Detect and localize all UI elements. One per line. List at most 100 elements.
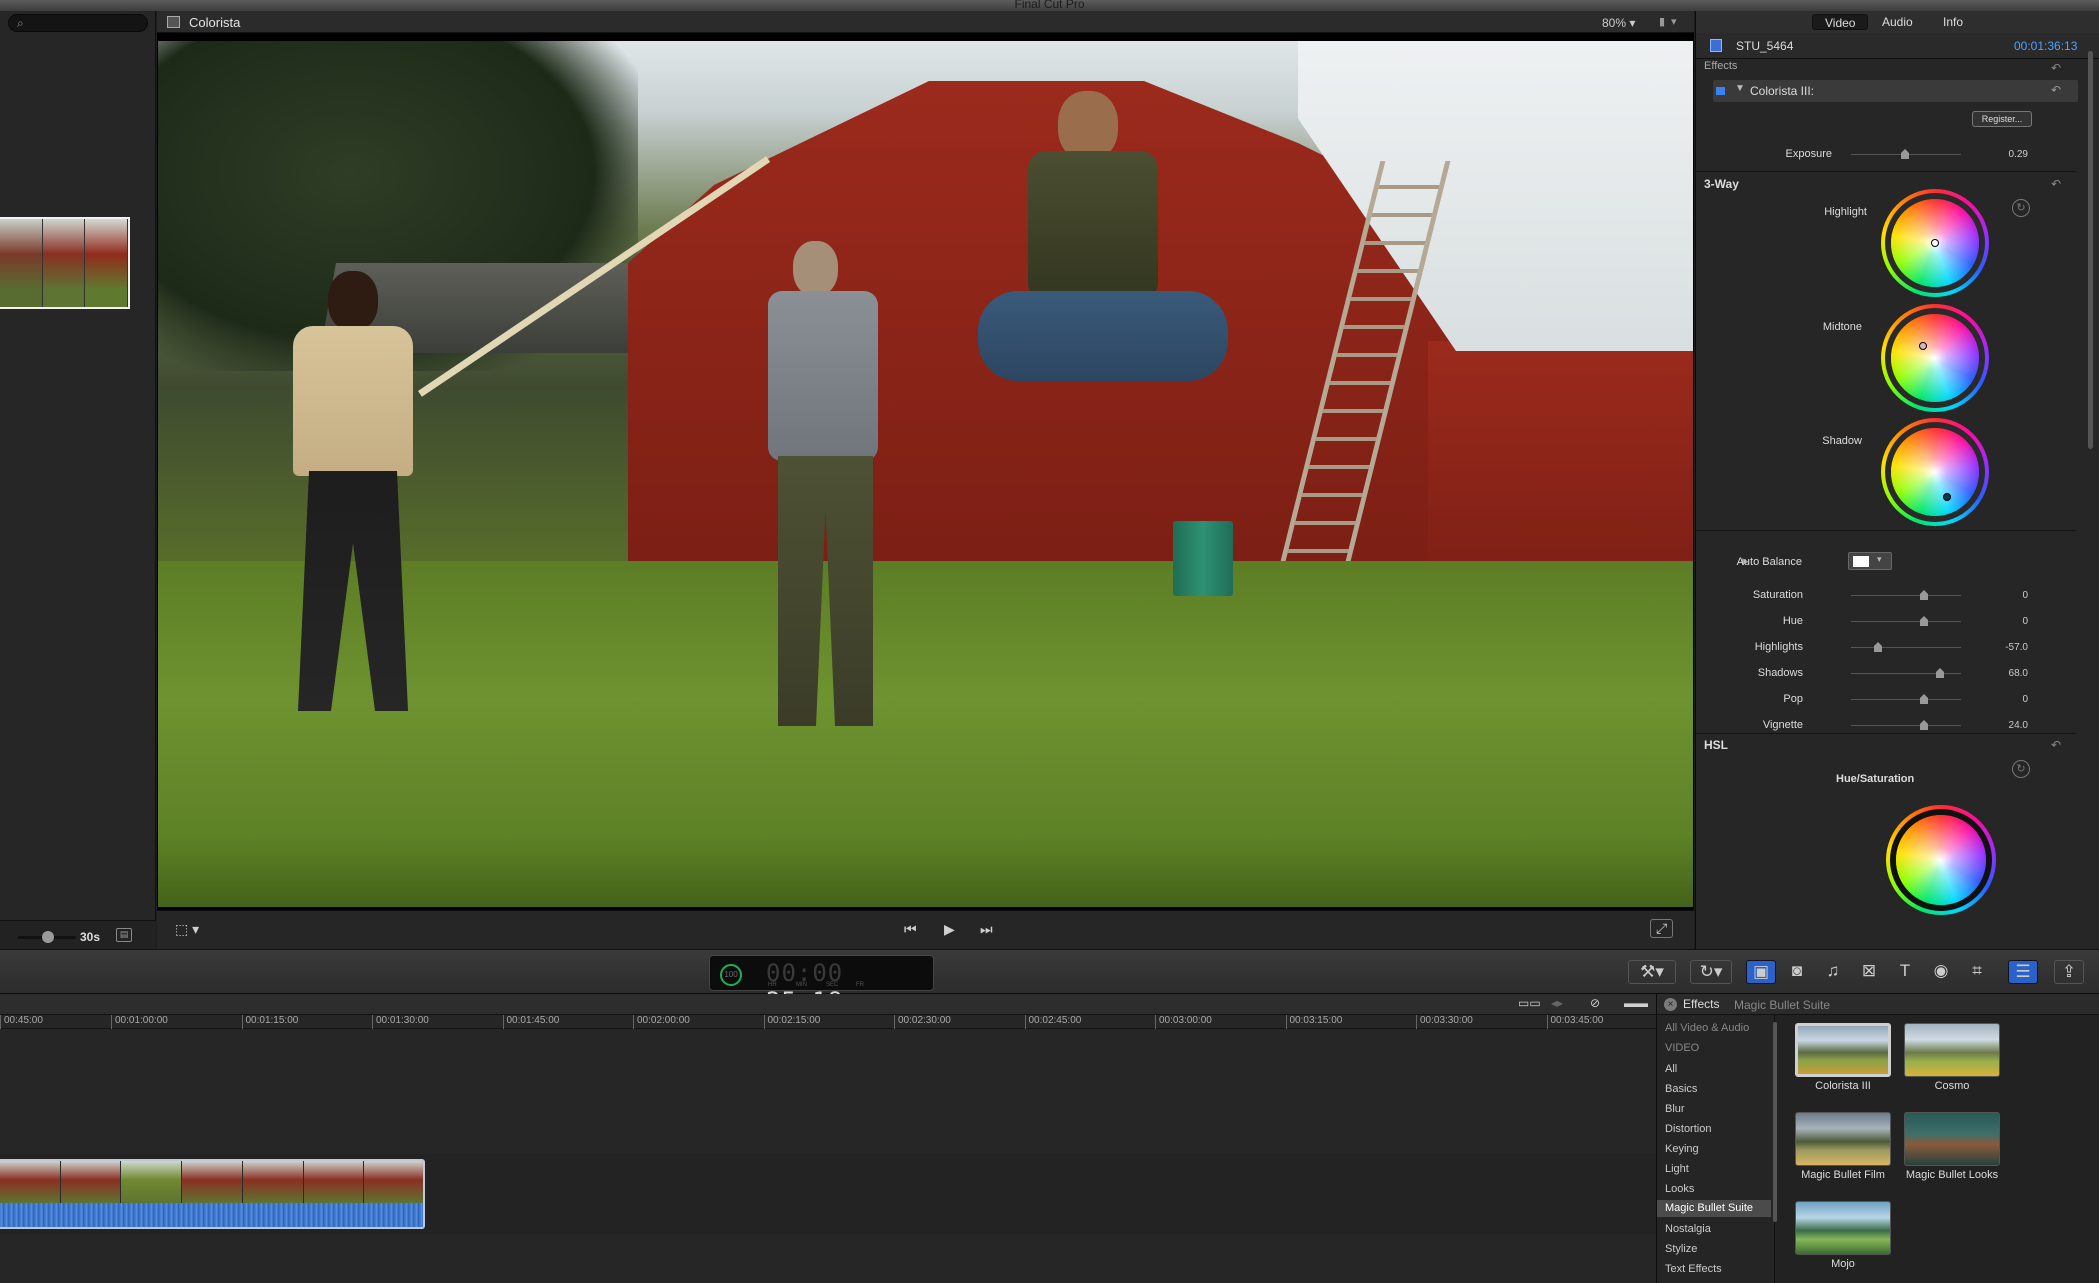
effects-category-item[interactable]: Blur — [1665, 1103, 1685, 1115]
transitions-browser-icon[interactable]: ⊠ — [1854, 960, 1884, 984]
effect-thumbnail[interactable] — [1795, 1023, 1891, 1077]
tab-info[interactable]: Info — [1931, 14, 1975, 30]
search-icon: ⌕ — [17, 16, 24, 30]
clip-appearance-icon[interactable]: ▤ — [116, 928, 132, 942]
slider-track-saturation[interactable] — [1851, 595, 1961, 596]
timecode-unit-min: MIN — [796, 982, 807, 988]
slider-knob-vignette[interactable] — [1920, 720, 1928, 730]
browser-clip-thumbnail[interactable] — [0, 217, 130, 309]
auto-balance-color-well[interactable]: ▾ — [1848, 552, 1892, 570]
slider-track-shadows[interactable] — [1851, 673, 1961, 674]
effects-category-item[interactable]: Stylize — [1665, 1243, 1697, 1255]
slider-knob-saturation[interactable] — [1920, 590, 1928, 600]
wheel-reset-icon[interactable]: ↻ — [2012, 199, 2030, 217]
effect-thumbnail[interactable] — [1904, 1112, 2000, 1166]
effects-category-item[interactable]: Text Effects — [1665, 1263, 1722, 1275]
effect-thumbnail-item[interactable]: Magic Bullet Film — [1794, 1112, 1892, 1181]
timeline-ruler[interactable]: 00:45:00 00:01:00:00 00:01:15:00 00:01:30:0… — [0, 1015, 1656, 1029]
slider-knob-hue[interactable] — [1920, 616, 1928, 626]
effect-thumbnail[interactable] — [1904, 1023, 2000, 1077]
slider-value-pop[interactable]: 0 — [1988, 694, 2028, 705]
timecode-display[interactable]: 100 00:00 25:18 HR MIN SEC FR — [709, 955, 934, 1015]
slider-knob-shadows[interactable] — [1936, 668, 1944, 678]
slider-value-hue[interactable]: 0 — [1988, 616, 2028, 627]
effect-thumbnail-item[interactable]: Magic Bullet Looks — [1903, 1112, 2001, 1181]
hue-saturation-wheel[interactable] — [1886, 805, 1996, 915]
register-button[interactable]: Register... — [1972, 111, 2032, 127]
enhancement-menu-icon[interactable]: ⚒▾ — [1628, 960, 1676, 984]
effects-category-item[interactable]: All — [1665, 1063, 1677, 1075]
effects-category-item[interactable]: All Video & Audio — [1665, 1022, 1749, 1034]
slider-track-hue[interactable] — [1851, 621, 1961, 622]
inspector-toggle-icon[interactable]: ☰ — [2008, 960, 2038, 984]
effect-thumbnail[interactable] — [1795, 1112, 1891, 1166]
slider-value-saturation[interactable]: 0 — [1988, 590, 2028, 601]
threeway-reset-icon[interactable]: ↶ — [2051, 177, 2061, 191]
themes-browser-icon[interactable]: ⌗ — [1962, 960, 1992, 984]
ruler-tick: 00:02:30:00 — [894, 1015, 951, 1029]
effect-enable-checkbox[interactable] — [1716, 87, 1725, 95]
effect-reset-icon[interactable]: ↶ — [2051, 83, 2061, 97]
effects-category-item[interactable]: Distortion — [1665, 1123, 1711, 1135]
next-frame-icon[interactable]: ⏭ — [980, 921, 993, 938]
effect-row[interactable]: ▼ Colorista III: ↶ — [1713, 80, 2078, 102]
generators-browser-icon[interactable]: ◉ — [1926, 960, 1956, 984]
slider-value-shadows[interactable]: 68.0 — [1988, 668, 2028, 679]
music-browser-icon[interactable]: ♫ — [1818, 960, 1848, 984]
slider-track-vignette[interactable] — [1851, 725, 1961, 726]
slider-track-pop[interactable] — [1851, 699, 1961, 700]
effects-category-item[interactable]: Basics — [1665, 1083, 1697, 1095]
clip-skimming-icon[interactable]: ▭▭ — [1518, 996, 1541, 1010]
hsl-wheel-reset-icon[interactable]: ↻ — [2012, 760, 2030, 778]
audio-skimming-icon[interactable]: ◂▸ — [1551, 996, 1563, 1010]
effect-thumbnail-item[interactable]: Cosmo — [1903, 1023, 2001, 1092]
viewer-zoom-menu[interactable]: 80% ▾ — [1602, 16, 1635, 30]
threeway-header: 3-Way — [1704, 177, 1739, 191]
slider-knob-pop[interactable] — [1920, 694, 1928, 704]
retime-menu-icon[interactable]: ↻▾ — [1690, 960, 1732, 984]
midtone-color-wheel[interactable] — [1881, 304, 1989, 412]
effects-category-item[interactable]: VIDEO — [1665, 1042, 1699, 1054]
timeline-clip[interactable] — [0, 1159, 425, 1229]
effects-category-item[interactable]: Looks — [1665, 1183, 1694, 1195]
slider-track-highlights[interactable] — [1851, 647, 1961, 648]
solo-icon[interactable]: ⊘ — [1590, 996, 1600, 1010]
slider-knob-highlights[interactable] — [1874, 642, 1882, 652]
clip-zoom-knob[interactable] — [42, 931, 54, 943]
effects-category-item[interactable]: Light — [1665, 1163, 1689, 1175]
effects-category-item[interactable]: Keying — [1665, 1143, 1699, 1155]
effects-reset-icon[interactable]: ↶ — [2051, 61, 2061, 75]
play-icon[interactable]: ▶ — [944, 921, 955, 938]
exposure-value[interactable]: 0.29 — [1988, 149, 2028, 160]
exposure-slider-knob[interactable] — [1901, 149, 1909, 159]
effect-thumbnail-item[interactable]: Mojo — [1794, 1201, 1892, 1270]
effect-thumbnail[interactable] — [1795, 1201, 1891, 1255]
snapping-icon[interactable]: ▬▬ — [1624, 996, 1648, 1010]
shadow-color-wheel[interactable] — [1881, 418, 1989, 526]
photos-browser-icon[interactable]: ◙ — [1782, 960, 1812, 984]
disclosure-triangle-icon[interactable]: ▼ — [1735, 83, 1745, 94]
fullscreen-icon[interactable]: ⤢ — [1650, 919, 1674, 938]
effects-browser-icon[interactable]: ▣ — [1746, 960, 1776, 984]
viewer-controls: ⬚ ▾ ⏮ ▶ ⏭ ⤢ — [157, 910, 1694, 949]
inspector-scrollbar[interactable] — [2088, 51, 2093, 449]
previous-frame-icon[interactable]: ⏮ — [904, 921, 917, 938]
transform-menu-icon[interactable]: ⬚ ▾ — [175, 921, 199, 938]
close-icon[interactable]: × — [1664, 998, 1677, 1011]
tab-video[interactable]: Video — [1812, 14, 1869, 30]
category-scrollbar[interactable] — [1773, 1022, 1777, 1222]
effects-category-item[interactable]: Magic Bullet Suite — [1657, 1200, 1771, 1217]
slider-value-highlights[interactable]: -57.0 — [1988, 642, 2028, 653]
highlight-label: Highlight — [1824, 206, 1867, 218]
highlight-color-wheel[interactable] — [1881, 189, 1989, 297]
search-field[interactable]: ⌕ — [8, 14, 148, 32]
slider-value-vignette[interactable]: 24.0 — [1988, 720, 2028, 731]
hsl-reset-icon[interactable]: ↶ — [2051, 738, 2061, 752]
viewer-options-icon[interactable]: ▮▾ — [1659, 15, 1683, 28]
timeline: ▭▭ ◂▸ ⊘ ▬▬ 00:45:00 00:01:00:00 00:01:15:0… — [0, 994, 1656, 1283]
share-icon[interactable]: ⇪ — [2054, 960, 2084, 984]
tab-audio[interactable]: Audio — [1870, 14, 1925, 30]
effect-thumbnail-item[interactable]: Colorista III — [1794, 1023, 1892, 1092]
titles-browser-icon[interactable]: T — [1890, 960, 1920, 984]
effects-category-item[interactable]: Nostalgia — [1665, 1223, 1711, 1235]
